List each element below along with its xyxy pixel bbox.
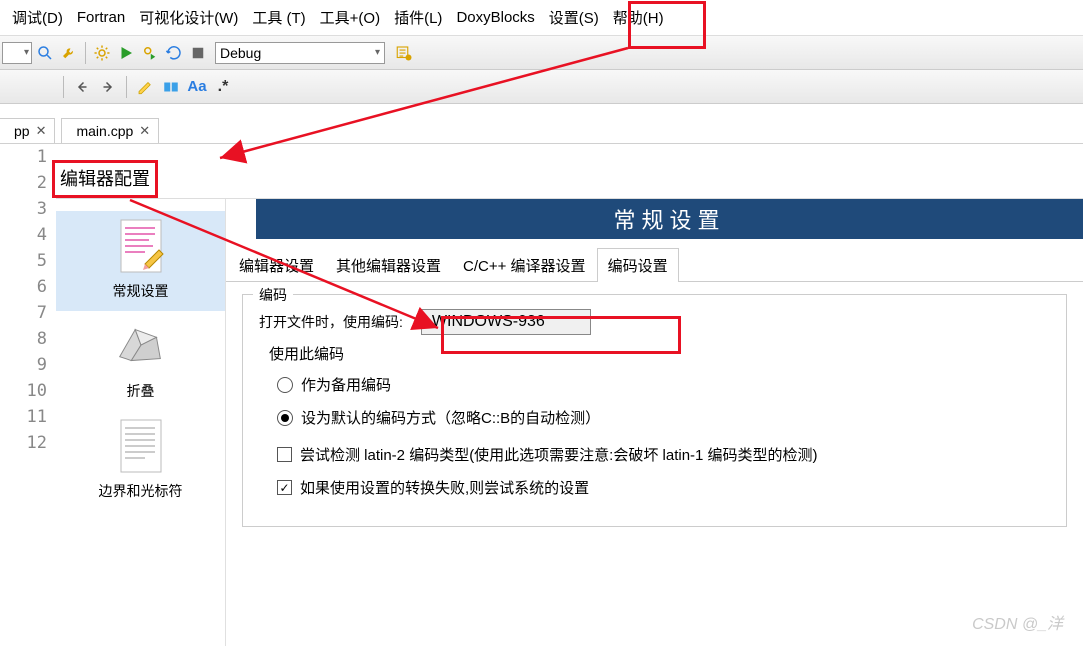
search-icon[interactable]	[34, 42, 56, 64]
line-number: 6	[37, 274, 47, 300]
subtab-editor[interactable]: 编辑器设置	[228, 248, 325, 282]
use-encoding-label: 使用此编码	[269, 343, 1050, 364]
origami-icon	[111, 317, 171, 377]
line-number: 3	[37, 196, 47, 222]
line-number: 7	[37, 300, 47, 326]
gear-icon[interactable]	[91, 42, 113, 64]
config-main-panel: 编辑器设置 其他编辑器设置 C/C++ 编译器设置 编码设置 编码 打开文件时，…	[226, 199, 1083, 646]
menu-doxyblocks[interactable]: DoxyBlocks	[450, 5, 540, 30]
radio-label: 作为备用编码	[301, 374, 391, 395]
line-number: 12	[27, 430, 47, 456]
config-subtabs: 编辑器设置 其他编辑器设置 C/C++ 编译器设置 编码设置	[226, 247, 1083, 282]
config-title-wrap: 编辑器配置	[56, 165, 154, 191]
checkbox-label: 尝试检测 latin-2 编码类型(使用此选项需要注意:会破坏 latin-1 …	[300, 444, 818, 465]
fieldset-legend: 编码	[253, 285, 293, 305]
highlight-icon[interactable]	[134, 76, 156, 98]
menu-fortran[interactable]: Fortran	[71, 5, 131, 30]
separator	[126, 76, 127, 98]
file-tab-main[interactable]: main.cpp ✕	[61, 118, 159, 143]
refresh-icon[interactable]	[163, 42, 185, 64]
file-tab-pp[interactable]: pp ✕	[0, 118, 55, 143]
side-item-label: 折叠	[127, 381, 155, 401]
toolbar-main: ▾ Debug ▾	[0, 36, 1083, 70]
toolbar-dropdown-empty[interactable]: ▾	[2, 42, 32, 64]
file-tab-label: main.cpp	[76, 123, 133, 139]
separator	[63, 76, 64, 98]
forward-arrow-icon[interactable]	[97, 76, 119, 98]
menu-tools[interactable]: 工具 (T)	[246, 3, 311, 32]
document-lines-icon	[111, 417, 171, 477]
menu-debug[interactable]: 调试(D)	[6, 3, 69, 32]
line-number: 9	[37, 352, 47, 378]
config-category-list[interactable]: 常规设置 折叠 边界和光标符	[56, 199, 226, 646]
build-config-value: Debug	[220, 45, 261, 61]
radio-icon	[277, 410, 293, 426]
list-check-icon[interactable]	[393, 42, 415, 64]
dialog-header: 常规设置	[256, 199, 1083, 239]
select-blocks-icon[interactable]	[160, 76, 182, 98]
menubar: 调试(D) Fortran 可视化设计(W) 工具 (T) 工具+(O) 插件(…	[0, 0, 1083, 36]
chevron-down-icon: ▾	[375, 47, 380, 58]
line-number: 1	[37, 144, 47, 170]
side-item-label: 常规设置	[113, 281, 169, 301]
line-number: 10	[27, 378, 47, 404]
document-pencil-icon	[111, 217, 171, 277]
side-item-general[interactable]: 常规设置	[56, 211, 225, 311]
radio-label: 设为默认的编码方式（忽略C::B的自动检测）	[301, 407, 600, 428]
subtab-cpp[interactable]: C/C++ 编译器设置	[452, 248, 597, 282]
line-number: 4	[37, 222, 47, 248]
text-aa-icon[interactable]: Aa	[186, 76, 208, 98]
open-encoding-label: 打开文件时，使用编码:	[259, 312, 403, 332]
line-number-gutter: 1 2 3 4 5 6 7 8 9 10 11 12	[0, 144, 55, 456]
subtab-other[interactable]: 其他编辑器设置	[325, 248, 452, 282]
menu-plugins[interactable]: 插件(L)	[388, 3, 448, 32]
side-item-margins[interactable]: 边界和光标符	[56, 411, 225, 511]
file-tab-label: pp	[14, 123, 30, 139]
watermark: CSDN @_洋	[972, 610, 1063, 634]
separator	[85, 42, 86, 64]
regex-icon[interactable]: .*	[212, 76, 234, 98]
radio-default[interactable]: 设为默认的编码方式（忽略C::B的自动检测）	[277, 407, 1050, 428]
build-config-dropdown[interactable]: Debug ▾	[215, 42, 385, 64]
back-arrow-icon[interactable]	[71, 76, 93, 98]
line-number: 11	[27, 404, 47, 430]
encoding-dropdown[interactable]: WINDOWS-936	[421, 309, 591, 335]
checkbox-icon	[277, 447, 292, 462]
menu-visual-design[interactable]: 可视化设计(W)	[133, 3, 244, 32]
play-icon[interactable]	[115, 42, 137, 64]
chevron-down-icon: ▾	[24, 47, 29, 58]
checkbox-icon: ✓	[277, 480, 292, 495]
side-item-folding[interactable]: 折叠	[56, 311, 225, 411]
menu-settings[interactable]: 设置(S)	[543, 3, 605, 32]
wrench-icon[interactable]	[58, 42, 80, 64]
gear-play-icon[interactable]	[139, 42, 161, 64]
config-dialog-title: 编辑器配置	[56, 167, 154, 191]
close-icon[interactable]: ✕	[36, 123, 47, 139]
file-tabs: pp ✕ main.cpp ✕	[0, 104, 1083, 144]
radio-icon	[277, 377, 293, 393]
menu-help[interactable]: 帮助(H)	[607, 3, 670, 32]
encoding-fieldset: 编码 打开文件时，使用编码: WINDOWS-936 使用此编码 作为备用编码 …	[242, 294, 1067, 527]
checkbox-label: 如果使用设置的转换失败,则尝试系统的设置	[300, 477, 589, 498]
subtab-encoding[interactable]: 编码设置	[597, 248, 679, 282]
editor-config-dialog: 常规设置 常规设置 折叠 边界和光标符	[56, 198, 1083, 646]
radio-fallback[interactable]: 作为备用编码	[277, 374, 1050, 395]
menu-tools-plus[interactable]: 工具+(O)	[314, 3, 386, 32]
close-icon[interactable]: ✕	[139, 123, 150, 139]
line-number: 8	[37, 326, 47, 352]
line-number: 2	[37, 170, 47, 196]
side-item-label: 边界和光标符	[99, 481, 183, 501]
toolbar-secondary: Aa .*	[0, 70, 1083, 104]
line-number: 5	[37, 248, 47, 274]
check-system[interactable]: ✓ 如果使用设置的转换失败,则尝试系统的设置	[277, 477, 1050, 498]
check-latin2[interactable]: 尝试检测 latin-2 编码类型(使用此选项需要注意:会破坏 latin-1 …	[277, 444, 1050, 465]
stop-icon[interactable]	[187, 42, 209, 64]
